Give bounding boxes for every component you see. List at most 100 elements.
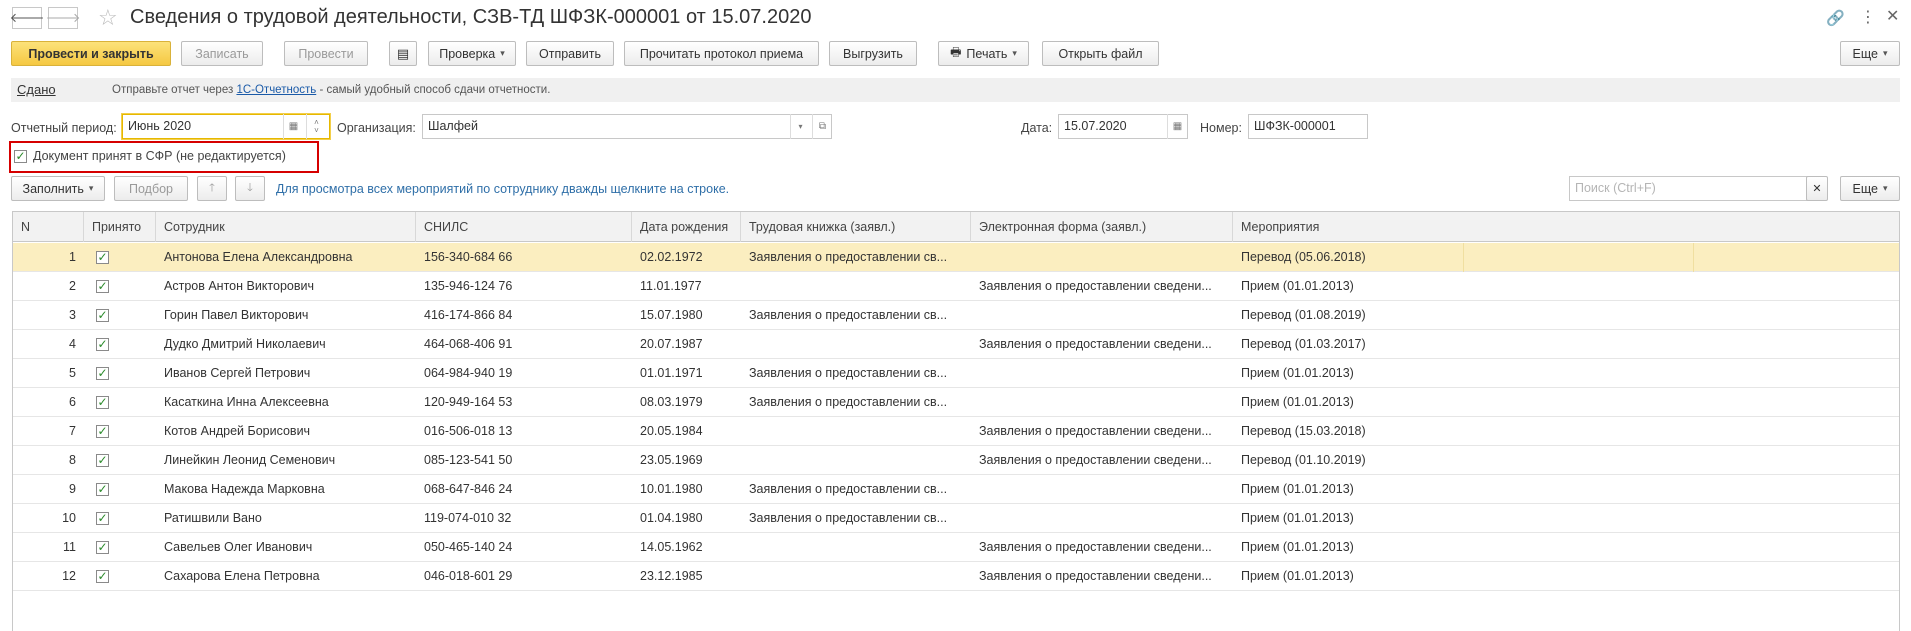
post-button[interactable]: Провести xyxy=(284,41,368,66)
chevron-down-icon[interactable]: ▾ xyxy=(790,114,810,139)
cell-snils: 085-123-541 50 xyxy=(424,453,513,467)
column-header-events[interactable]: Мероприятия xyxy=(1233,212,1899,242)
cell-accepted[interactable]: ✓ xyxy=(84,272,156,301)
link-icon[interactable]: 🔗 xyxy=(1826,9,1845,27)
row-separator xyxy=(1693,243,1694,272)
info-text-after: - самый удобный способ сдачи отчетности. xyxy=(319,84,551,96)
favorite-star-icon[interactable]: ☆ xyxy=(98,5,118,31)
table-row[interactable]: 1 ✓ Антонова Елена Александровна 156-340-68… xyxy=(13,243,1899,272)
accepted-checkbox[interactable]: ✓ xyxy=(96,482,109,496)
accepted-checkbox[interactable]: ✓ xyxy=(96,395,109,409)
search-input[interactable]: Поиск (Ctrl+F) xyxy=(1569,176,1809,201)
cell-eform: Заявления о предоставлении сведени... xyxy=(979,337,1212,351)
column-header-accepted[interactable]: Принято xyxy=(84,212,156,242)
cell-accepted[interactable]: ✓ xyxy=(84,504,156,533)
period-stepper[interactable]: ˄ ˅ xyxy=(306,114,326,139)
fill-button[interactable]: Заполнить xyxy=(11,176,105,201)
document-list-button[interactable]: ▤ xyxy=(389,41,417,66)
open-org-icon[interactable]: ⧉ xyxy=(812,114,832,139)
cell-employee: Макова Надежда Марковна xyxy=(164,482,325,496)
accepted-checkbox[interactable]: ✓ xyxy=(96,366,109,380)
status-link[interactable]: Сдано xyxy=(17,82,56,97)
table-row[interactable]: 7 ✓ Котов Андрей Борисович 016-506-018 13 20… xyxy=(13,417,1899,446)
calendar-icon[interactable]: ▦ xyxy=(283,114,303,139)
table-row[interactable]: 6 ✓ Касаткина Инна Алексеевна 120-949-164 5… xyxy=(13,388,1899,417)
read-protocol-button[interactable]: Прочитать протокол приема xyxy=(624,41,819,66)
arrow-down-icon: 🡓 xyxy=(247,182,253,194)
accepted-checkbox[interactable]: ✓ xyxy=(96,279,109,293)
cell-workbook xyxy=(741,272,971,301)
accepted-checkbox[interactable]: ✓ xyxy=(96,540,109,554)
cell-n: 10 xyxy=(62,511,76,525)
number-field[interactable]: ШФЗК-000001 xyxy=(1248,114,1368,139)
table-row[interactable]: 5 ✓ Иванов Сергей Петрович 064-984-940 19 01… xyxy=(13,359,1899,388)
cell-events: Перевод (01.08.2019) xyxy=(1241,308,1366,322)
cell-accepted[interactable]: ✓ xyxy=(84,388,156,417)
check-dropdown-button[interactable]: Проверка xyxy=(428,41,516,66)
more-vertical-icon[interactable]: ⋮ xyxy=(1860,7,1876,27)
table-row[interactable]: 8 ✓ Линейкин Леонид Семенович 085-123-541 5… xyxy=(13,446,1899,475)
clear-search-button[interactable]: ✕ xyxy=(1806,176,1828,201)
cell-accepted[interactable]: ✓ xyxy=(84,475,156,504)
cell-accepted[interactable]: ✓ xyxy=(84,533,156,562)
table-row[interactable]: 4 ✓ Дудко Дмитрий Николаевич 464-068-406 91… xyxy=(13,330,1899,359)
column-header-birthdate[interactable]: Дата рождения xyxy=(632,212,741,242)
table-row[interactable]: 3 ✓ Горин Павел Викторович 416-174-866 84 15… xyxy=(13,301,1899,330)
accepted-checkbox[interactable]: ✓ xyxy=(96,453,109,467)
accepted-checkbox[interactable]: ✓ xyxy=(96,424,109,438)
select-button[interactable]: Подбор xyxy=(114,176,188,201)
accepted-checkbox[interactable]: ✓ xyxy=(96,337,109,351)
cell-accepted[interactable]: ✓ xyxy=(84,330,156,359)
post-and-close-button[interactable]: Провести и закрыть xyxy=(11,41,171,66)
cell-workbook: Заявления о предоставлении св... xyxy=(749,482,948,496)
close-icon[interactable]: ✕ xyxy=(1886,6,1899,26)
cell-n: 12 xyxy=(62,569,76,583)
table-row[interactable]: 9 ✓ Макова Надежда Марковна 068-647-846 24 1… xyxy=(13,475,1899,504)
table-hint: Для просмотра всех мероприятий по сотруд… xyxy=(276,182,730,196)
back-button[interactable]: 🡐 xyxy=(10,7,44,29)
column-header-eform[interactable]: Электронная форма (заявл.) xyxy=(971,212,1233,242)
table-more-button[interactable]: Еще xyxy=(1840,176,1900,201)
organization-field[interactable]: Шалфей xyxy=(422,114,832,139)
column-header-employee[interactable]: Сотрудник xyxy=(156,212,416,242)
move-up-button[interactable]: 🡑 xyxy=(197,176,227,201)
cell-accepted[interactable]: ✓ xyxy=(84,417,156,446)
accepted-checkbox[interactable]: ✓ xyxy=(96,511,109,525)
number-label: Номер: xyxy=(1200,121,1242,135)
period-label: Отчетный период: xyxy=(11,121,117,135)
upload-button[interactable]: Выгрузить xyxy=(829,41,917,66)
cell-employee: Иванов Сергей Петрович xyxy=(164,366,311,380)
print-dropdown-button[interactable]: 🖶 Печать xyxy=(938,41,1029,66)
cell-accepted[interactable]: ✓ xyxy=(84,359,156,388)
send-button[interactable]: Отправить xyxy=(526,41,614,66)
cell-accepted[interactable]: ✓ xyxy=(84,301,156,330)
cell-birthdate: 08.03.1979 xyxy=(640,395,703,409)
arrow-up-icon: 🡑 xyxy=(209,182,215,194)
accepted-checkbox[interactable]: ✓ xyxy=(96,250,109,264)
table-row[interactable]: 2 ✓ Астров Антон Викторович 135-946-124 76 1… xyxy=(13,272,1899,301)
more-button[interactable]: Еще xyxy=(1840,41,1900,66)
cell-accepted[interactable]: ✓ xyxy=(84,562,156,591)
cell-accepted[interactable]: ✓ xyxy=(84,446,156,475)
save-button[interactable]: Записать xyxy=(181,41,263,66)
cell-accepted[interactable]: ✓ xyxy=(84,243,156,272)
reporting-link[interactable]: 1С-Отчетность xyxy=(236,84,316,96)
forward-button[interactable]: 🡒 xyxy=(46,7,80,29)
row-separator xyxy=(1463,243,1464,272)
cell-employee: Дудко Дмитрий Николаевич xyxy=(164,337,326,351)
table-row[interactable]: 10 ✓ Ратишвили Вано 119-074-010 32 01.04.198… xyxy=(13,504,1899,533)
open-file-button[interactable]: Открыть файл xyxy=(1042,41,1159,66)
accepted-checkbox[interactable]: ✓ xyxy=(96,308,109,322)
column-header-snils[interactable]: СНИЛС xyxy=(416,212,632,242)
cell-workbook xyxy=(741,330,971,359)
accepted-checkbox[interactable]: ✓ xyxy=(96,569,109,583)
move-down-button[interactable]: 🡓 xyxy=(235,176,265,201)
highlight-frame xyxy=(9,141,319,173)
date-calendar-icon[interactable]: ▦ xyxy=(1167,114,1187,139)
cell-n: 4 xyxy=(69,337,76,351)
column-header-workbook[interactable]: Трудовая книжка (заявл.) xyxy=(741,212,971,242)
cell-events: Перевод (01.10.2019) xyxy=(1241,453,1366,467)
table-row[interactable]: 11 ✓ Савельев Олег Иванович 050-465-140 24 1… xyxy=(13,533,1899,562)
column-header-n[interactable]: N xyxy=(13,212,84,242)
table-row[interactable]: 12 ✓ Сахарова Елена Петровна 046-018-601 29… xyxy=(13,562,1899,591)
